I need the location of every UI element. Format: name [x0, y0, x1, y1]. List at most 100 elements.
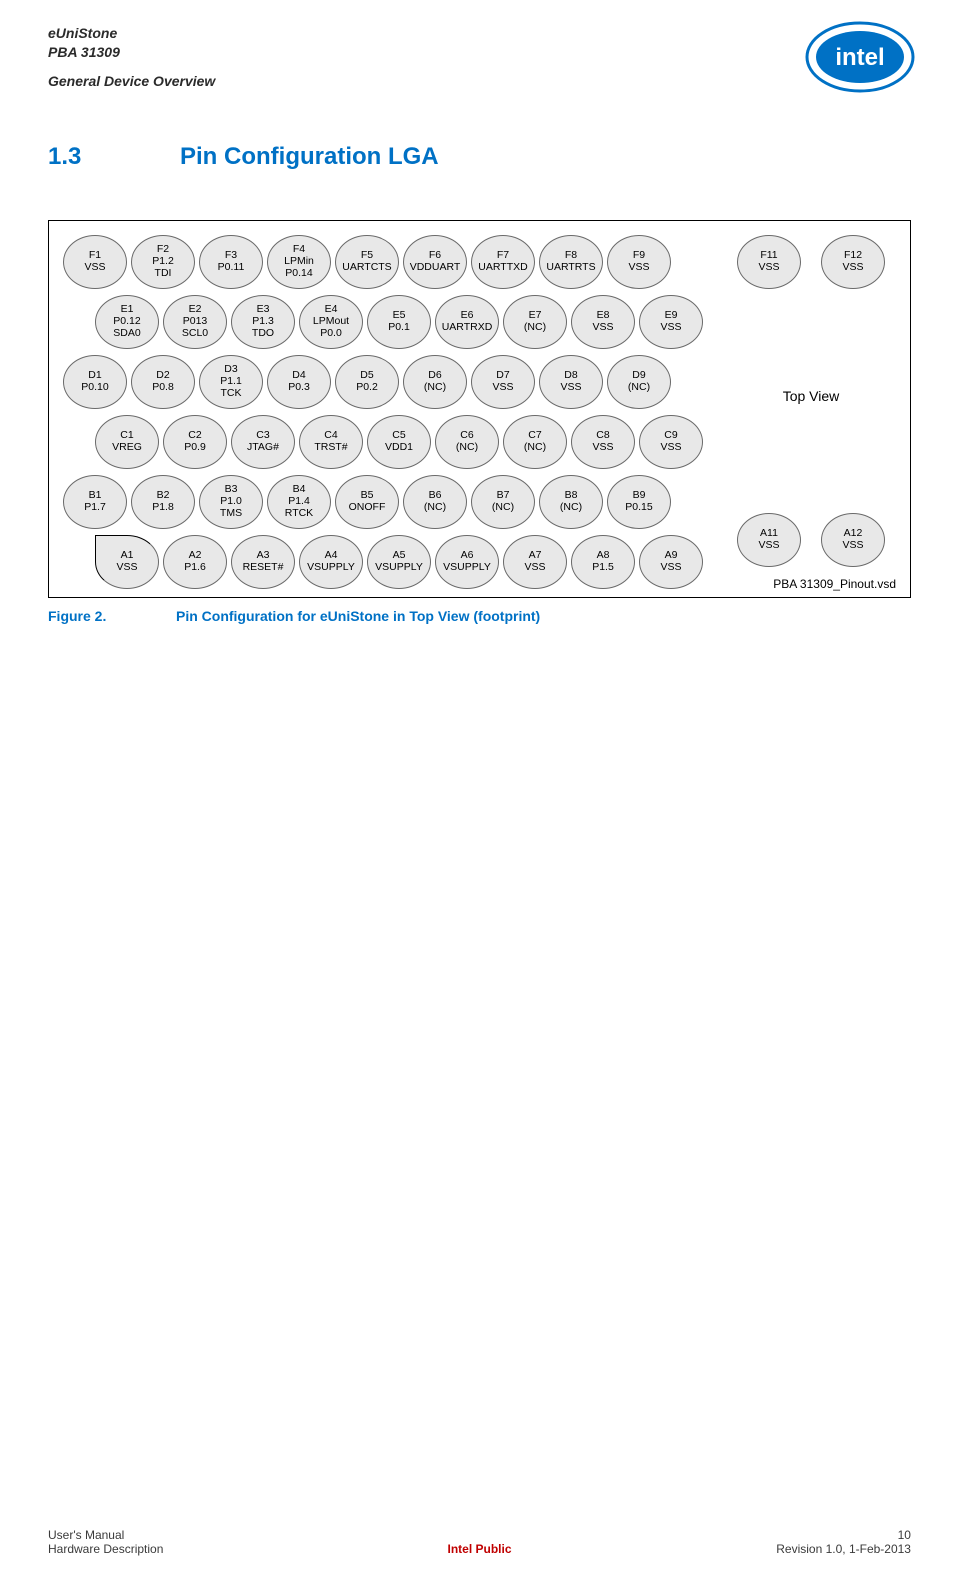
pin-E6: E6UARTRXD [435, 295, 499, 349]
pin-label-1: P0.12 [113, 316, 140, 328]
figure-caption-text: Pin Configuration for eUniStone in Top V… [176, 608, 540, 624]
pin-label-1: LPMout [313, 316, 349, 328]
pin-label-1: VSUPPLY [443, 562, 491, 574]
pin-label-2: RTCK [285, 508, 313, 520]
pin-F7: F7UARTTXD [471, 235, 535, 289]
pin-label-1: VSS [660, 322, 681, 334]
pin-B7: B7(NC) [471, 475, 535, 529]
pin-label-1: VSS [592, 322, 613, 334]
pin-E2: E2P013SCL0 [163, 295, 227, 349]
pin-A7: A7VSS [503, 535, 567, 589]
pin-label-2: TCK [221, 388, 242, 400]
pinout-frame: F1VSSF2P1.2TDIF3P0.11F4LPMinP0.14F5UARTC… [48, 220, 911, 598]
pin-label-1: P0.3 [288, 382, 310, 394]
pin-label-1: JTAG# [247, 442, 279, 454]
page: eUniStone PBA 31309 General Device Overv… [0, 0, 959, 1588]
pin-E9: E9VSS [639, 295, 703, 349]
pin-B3: B3P1.0TMS [199, 475, 263, 529]
pin-label-1: (NC) [560, 502, 582, 514]
pin-label-2: SDA0 [113, 328, 140, 340]
pin-D6: D6(NC) [403, 355, 467, 409]
pin-label-1: P0.1 [388, 322, 410, 334]
pin-pair-top: F11VSS F12VSS [737, 235, 885, 289]
pin-label-1: (NC) [524, 442, 546, 454]
pin-A12: A12VSS [821, 513, 885, 567]
pin-C3: C3JTAG# [231, 415, 295, 469]
pin-label-2: P0.14 [285, 268, 312, 280]
part-number: PBA 31309 [48, 44, 120, 60]
logo-text: intel [835, 44, 884, 71]
pin-label-1: VSS [560, 382, 581, 394]
pin-A5: A5VSUPPLY [367, 535, 431, 589]
pin-label-1: UARTRXD [442, 322, 493, 334]
pin-D1: D1P0.10 [63, 355, 127, 409]
pin-label-1: P0.10 [81, 382, 108, 394]
pin-label-1: (NC) [424, 502, 446, 514]
pin-label-1: (NC) [456, 442, 478, 454]
pin-A6: A6VSUPPLY [435, 535, 499, 589]
pin-label-1: (NC) [492, 502, 514, 514]
pin-label-1: (NC) [424, 382, 446, 394]
pin-label-1: P1.4 [288, 496, 310, 508]
page-header: eUniStone PBA 31309 General Device Overv… [48, 24, 911, 99]
vsd-filename-label: PBA 31309_Pinout.vsd [773, 577, 896, 591]
pin-C1: C1VREG [95, 415, 159, 469]
pin-label-1: P0.15 [625, 502, 652, 514]
section-title: Pin Configuration LGA [180, 143, 439, 172]
pin-F11: F11VSS [737, 235, 801, 289]
pin-label-1: VSS [628, 262, 649, 274]
right-pin-group: F11VSSF12VSS Top View A11VSSA12VSS [726, 235, 896, 567]
pin-A2: A2P1.6 [163, 535, 227, 589]
pin-A1: A1VSS [95, 535, 159, 589]
pin-B6: B6(NC) [403, 475, 467, 529]
pin-label-1: LPMin [284, 256, 314, 268]
footer-center: Intel Public [447, 1542, 511, 1556]
pin-label-2: P0.0 [320, 328, 342, 340]
pin-F6: F6VDDUART [403, 235, 467, 289]
pin-label-1: VSS [84, 262, 105, 274]
pin-C2: C2P0.9 [163, 415, 227, 469]
pin-label-1: VSUPPLY [375, 562, 423, 574]
footer-left: User's Manual Hardware Description [48, 1528, 328, 1556]
pin-label-1: VSS [592, 442, 613, 454]
pin-F5: F5UARTCTS [335, 235, 399, 289]
pin-A3: A3RESET# [231, 535, 295, 589]
intel-logo-icon: intel [805, 20, 915, 99]
pin-label-2: TMS [220, 508, 242, 520]
pin-F9: F9VSS [607, 235, 671, 289]
pin-label-1: RESET# [243, 562, 284, 574]
pin-E3: E3P1.3TDO [231, 295, 295, 349]
pin-label-1: UARTTXD [478, 262, 527, 274]
pin-label-1: VSS [758, 262, 779, 274]
pin-A9: A9VSS [639, 535, 703, 589]
section-overview: General Device Overview [48, 72, 215, 91]
pin-F8: F8UARTRTS [539, 235, 603, 289]
header-text-block: eUniStone PBA 31309 General Device Overv… [48, 24, 215, 91]
pin-D5: D5P0.2 [335, 355, 399, 409]
pin-B4: B4P1.4RTCK [267, 475, 331, 529]
pin-F12: F12VSS [821, 235, 885, 289]
figure-pinout: F1VSSF2P1.2TDIF3P0.11F4LPMinP0.14F5UARTC… [48, 220, 911, 624]
page-footer: User's Manual Hardware Description Intel… [48, 1528, 911, 1556]
pin-label-1: VSS [660, 562, 681, 574]
pin-D2: D2P0.8 [131, 355, 195, 409]
pin-label-1: P0.8 [152, 382, 174, 394]
pin-F3: F3P0.11 [199, 235, 263, 289]
pin-label-1: P0.2 [356, 382, 378, 394]
pin-label-1: ONOFF [349, 502, 386, 514]
pin-F2: F2P1.2TDI [131, 235, 195, 289]
pin-C6: C6(NC) [435, 415, 499, 469]
pin-label-1: VSS [116, 562, 137, 574]
figure-caption-lead: Figure 2. [48, 608, 128, 624]
pin-B2: B2P1.8 [131, 475, 195, 529]
pin-label-2: TDI [155, 268, 172, 280]
pin-label-1: VSS [842, 540, 863, 552]
footer-left-1: User's Manual [48, 1528, 124, 1542]
footer-left-2: Hardware Description [48, 1542, 163, 1556]
pin-label-1: (NC) [628, 382, 650, 394]
pin-label-1: P1.1 [220, 376, 242, 388]
pin-label-1: VSS [842, 262, 863, 274]
pin-pair-bottom: A11VSSA12VSS [737, 513, 885, 567]
section-heading: 1.3 Pin Configuration LGA [48, 143, 911, 172]
pin-A8: A8P1.5 [571, 535, 635, 589]
